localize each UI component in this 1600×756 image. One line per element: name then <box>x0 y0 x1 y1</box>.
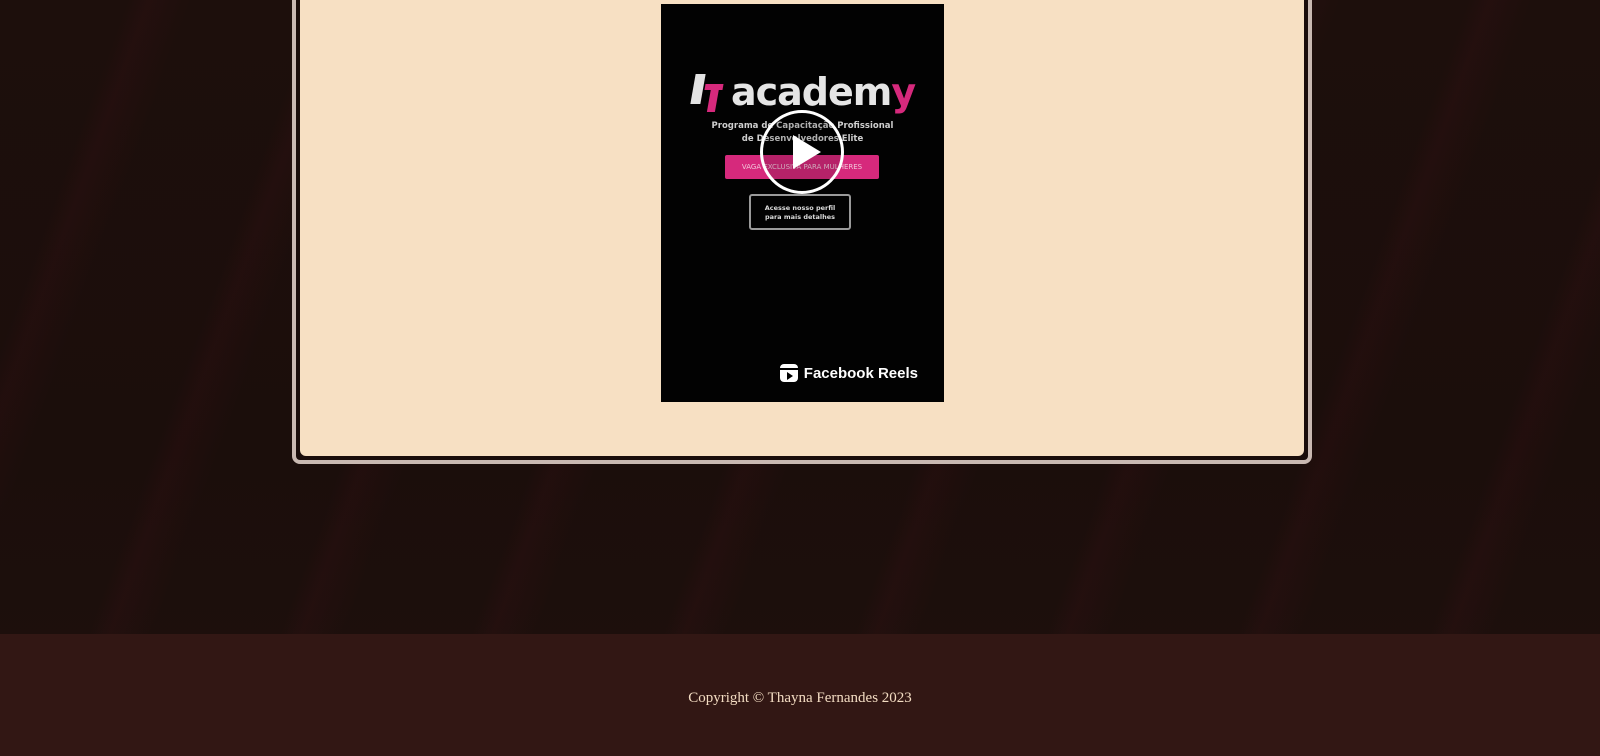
academy-logo: academy <box>690 70 921 114</box>
reels-icon <box>779 364 798 382</box>
content-card: academy Programa de Capacitação Profissi… <box>292 0 1312 464</box>
play-button[interactable] <box>760 110 844 194</box>
copyright-text: Copyright © Thayna Fernandes 2023 <box>688 690 912 706</box>
facebook-reels-label: Facebook Reels <box>803 364 918 382</box>
play-icon <box>793 135 821 169</box>
footer: Copyright © Thayna Fernandes 2023 <box>0 634 1600 756</box>
embedded-video[interactable]: academy Programa de Capacitação Profissi… <box>661 4 944 402</box>
profile-callout: Acesse nosso perfil para mais detalhes <box>749 194 851 230</box>
profile-callout-line-1: Acesse nosso perfil <box>764 204 836 212</box>
logo-text: academy <box>731 70 916 114</box>
logo-mark-icon <box>690 70 731 114</box>
facebook-reels-link[interactable]: Facebook Reels <box>779 364 918 382</box>
profile-callout-line-2: para mais detalhes <box>764 213 836 221</box>
content-card-body: academy Programa de Capacitação Profissi… <box>300 0 1304 456</box>
